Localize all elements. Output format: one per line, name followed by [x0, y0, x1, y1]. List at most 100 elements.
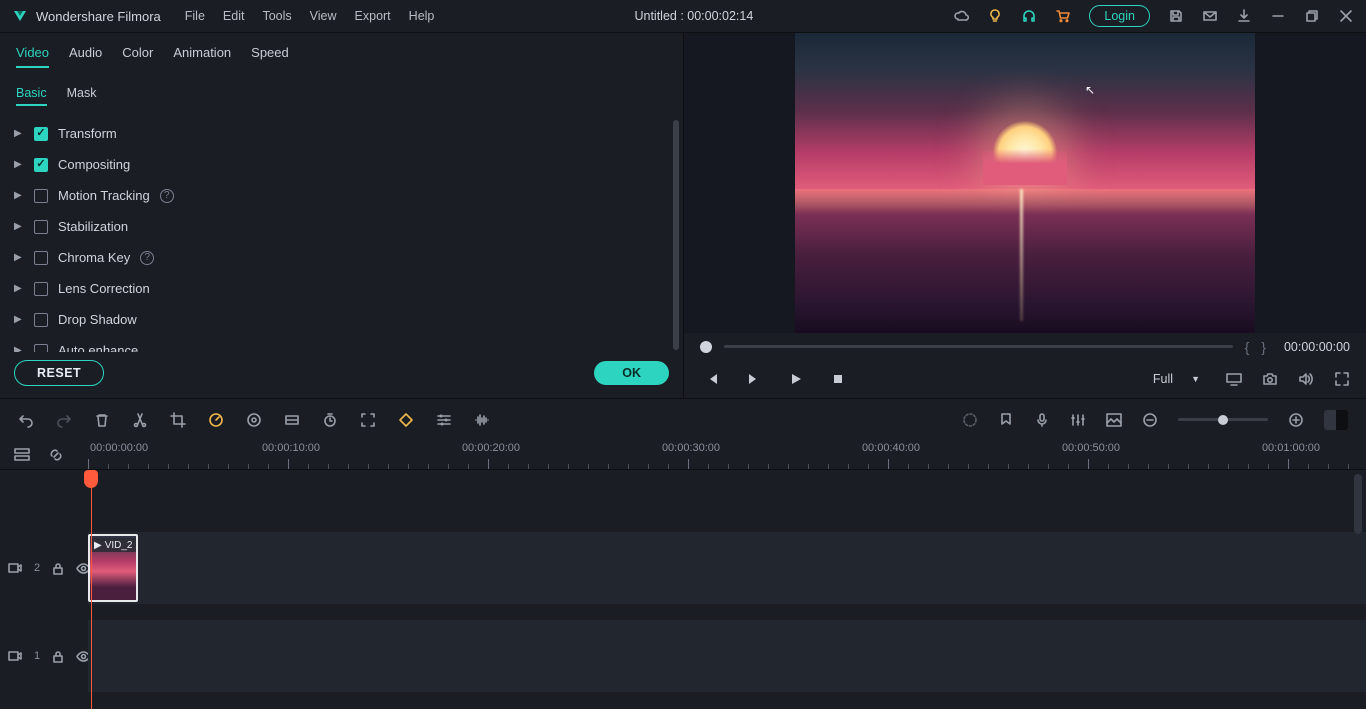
lightbulb-icon[interactable] [987, 8, 1003, 24]
play-icon[interactable] [788, 371, 804, 387]
freeze-icon[interactable] [284, 412, 300, 428]
menu-view[interactable]: View [310, 9, 337, 23]
redo-icon[interactable] [56, 412, 72, 428]
crop-icon[interactable] [170, 412, 186, 428]
headphones-icon[interactable] [1021, 8, 1037, 24]
audio-wave-icon[interactable] [474, 412, 490, 428]
property-row[interactable]: ▶Motion Tracking? [8, 180, 675, 211]
mixer-icon[interactable] [1070, 412, 1086, 428]
fullscreen-icon[interactable] [1334, 371, 1350, 387]
tracks-manage-icon[interactable] [14, 447, 30, 463]
video-clip[interactable]: ▶ VID_2 [88, 534, 138, 602]
timeline-scrollbar[interactable] [1354, 474, 1362, 534]
zoom-knob[interactable] [1218, 415, 1228, 425]
close-icon[interactable] [1338, 8, 1354, 24]
tab-color[interactable]: Color [122, 45, 153, 68]
property-checkbox[interactable] [34, 189, 48, 203]
cart-icon[interactable] [1055, 8, 1071, 24]
menu-help[interactable]: Help [409, 9, 435, 23]
property-row[interactable]: ▶Auto enhance [8, 335, 675, 352]
link-icon[interactable] [48, 447, 64, 463]
property-checkbox[interactable] [34, 158, 48, 172]
track-row[interactable]: ▶ VID_2 [88, 532, 1366, 604]
mark-in-icon[interactable]: { [1245, 339, 1250, 355]
property-checkbox[interactable] [34, 127, 48, 141]
scrubber-track[interactable] [724, 345, 1233, 348]
preview-viewport[interactable]: ↖ [684, 33, 1366, 333]
properties-list[interactable]: ▶Transform▶Compositing▶Motion Tracking?▶… [0, 114, 683, 352]
playhead-line[interactable] [91, 470, 92, 709]
next-frame-icon[interactable] [746, 371, 762, 387]
color-icon[interactable] [246, 412, 262, 428]
undo-icon[interactable] [18, 412, 34, 428]
minimize-icon[interactable] [1270, 8, 1286, 24]
property-row[interactable]: ▶Drop Shadow [8, 304, 675, 335]
track-row[interactable] [88, 620, 1366, 692]
detect-icon[interactable] [360, 412, 376, 428]
reset-button[interactable]: RESET [14, 360, 104, 386]
snapshot-icon[interactable] [1262, 371, 1278, 387]
voiceover-icon[interactable] [1034, 412, 1050, 428]
timeline-view-toggle[interactable] [1324, 410, 1348, 430]
maximize-icon[interactable] [1304, 8, 1320, 24]
volume-icon[interactable] [1298, 371, 1314, 387]
prev-frame-icon[interactable] [704, 371, 720, 387]
property-checkbox[interactable] [34, 282, 48, 296]
menu-file[interactable]: File [185, 9, 205, 23]
track-header-2[interactable]: 2 [0, 532, 88, 604]
marker-icon[interactable] [998, 412, 1014, 428]
duration-icon[interactable] [322, 412, 338, 428]
scrubber-handle[interactable] [700, 341, 712, 353]
cloud-icon[interactable] [953, 8, 969, 24]
download-icon[interactable] [1236, 8, 1252, 24]
property-row[interactable]: ▶Lens Correction [8, 273, 675, 304]
lock-icon[interactable] [52, 562, 64, 575]
property-row[interactable]: ▶Stabilization [8, 211, 675, 242]
delete-icon[interactable] [94, 412, 110, 428]
tab-video[interactable]: Video [16, 45, 49, 68]
timeline-ruler[interactable]: 00:00:00:0000:00:10:0000:00:20:0000:00:3… [88, 440, 1366, 469]
lock-icon[interactable] [52, 650, 64, 663]
mark-out-icon[interactable]: } [1261, 339, 1266, 355]
property-checkbox[interactable] [34, 344, 48, 353]
help-icon[interactable]: ? [140, 251, 154, 265]
image-icon[interactable] [1106, 412, 1122, 428]
subtab-basic[interactable]: Basic [16, 86, 47, 106]
menu-edit[interactable]: Edit [223, 9, 245, 23]
property-checkbox[interactable] [34, 251, 48, 265]
render-icon[interactable] [962, 412, 978, 428]
display-icon[interactable] [1226, 371, 1242, 387]
adjust-icon[interactable] [436, 412, 452, 428]
menu-export[interactable]: Export [355, 9, 391, 23]
property-label: Compositing [58, 157, 130, 172]
keyframe-icon[interactable] [398, 412, 414, 428]
zoom-in-icon[interactable] [1288, 412, 1304, 428]
timeline-tracks[interactable]: ▶ VID_2 [88, 470, 1366, 709]
property-label: Motion Tracking [58, 188, 150, 203]
tab-speed[interactable]: Speed [251, 45, 289, 68]
property-row[interactable]: ▶Chroma Key? [8, 242, 675, 273]
stop-icon[interactable] [830, 371, 846, 387]
property-label: Drop Shadow [58, 312, 137, 327]
tab-audio[interactable]: Audio [69, 45, 102, 68]
property-checkbox[interactable] [34, 220, 48, 234]
tab-animation[interactable]: Animation [173, 45, 231, 68]
help-icon[interactable]: ? [160, 189, 174, 203]
property-checkbox[interactable] [34, 313, 48, 327]
split-icon[interactable] [132, 412, 148, 428]
quality-select[interactable]: Full ▼ [1147, 369, 1206, 389]
mail-icon[interactable] [1202, 8, 1218, 24]
menu-tools[interactable]: Tools [262, 9, 291, 23]
property-row[interactable]: ▶Transform [8, 118, 675, 149]
zoom-slider[interactable] [1178, 418, 1268, 421]
ruler-label: 00:00:50:00 [1062, 442, 1120, 454]
track-header-1[interactable]: 1 [0, 620, 88, 692]
playhead-handle[interactable] [84, 470, 98, 488]
save-icon[interactable] [1168, 8, 1184, 24]
property-row[interactable]: ▶Compositing [8, 149, 675, 180]
zoom-out-icon[interactable] [1142, 412, 1158, 428]
speed-icon[interactable] [208, 412, 224, 428]
ok-button[interactable]: OK [594, 361, 669, 385]
subtab-mask[interactable]: Mask [67, 86, 97, 106]
login-button[interactable]: Login [1089, 5, 1150, 27]
